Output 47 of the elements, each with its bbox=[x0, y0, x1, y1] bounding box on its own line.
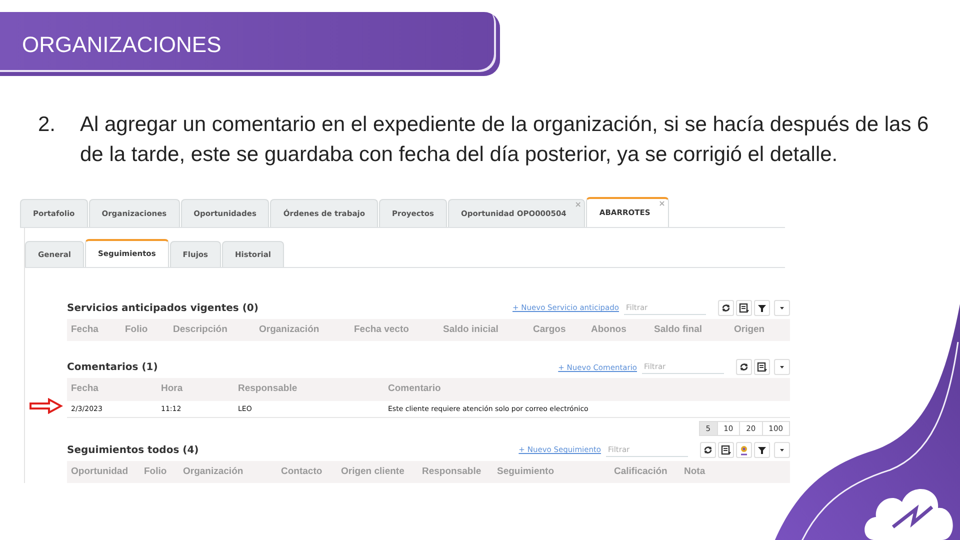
section-title: Comentarios (1) bbox=[67, 360, 158, 375]
column-header: Fecha bbox=[67, 378, 157, 400]
slide-title: ORGANIZACIONES bbox=[22, 30, 222, 58]
section-title: Servicios anticipados vigentes (0) bbox=[67, 302, 258, 316]
column-header: Organización bbox=[179, 461, 277, 484]
section-title: Seguimientos todos (4) bbox=[67, 444, 199, 458]
export-icon bbox=[756, 361, 768, 374]
column-header: Saldo final bbox=[650, 319, 730, 342]
filter-icon bbox=[756, 444, 768, 456]
column-header: Nota bbox=[680, 461, 790, 484]
column-header: Responsable bbox=[234, 378, 384, 400]
tool-button[interactable] bbox=[718, 442, 734, 458]
refresh-icon bbox=[738, 361, 750, 374]
tool-button[interactable] bbox=[700, 442, 716, 458]
column-header: Seguimiento bbox=[493, 461, 610, 484]
column-header: Origen bbox=[730, 319, 790, 342]
column-header: Calificación bbox=[610, 461, 680, 484]
filter-icon bbox=[756, 302, 768, 314]
list-text: Al agregar un comentario en el expediente de la organización, si se hacía después de las 6 de la tarde, este se guardaba con fecha del día posterior, ya se corrigió el detalle. bbox=[80, 112, 930, 168]
cloud-logo-icon bbox=[864, 489, 953, 540]
column-header: Origen cliente bbox=[337, 461, 418, 484]
refresh-icon bbox=[720, 302, 732, 314]
column-header: Oportunidad bbox=[67, 461, 140, 484]
tool-button[interactable] bbox=[736, 359, 752, 376]
column-header: Responsable bbox=[418, 461, 493, 484]
column-header: Descripción bbox=[169, 319, 255, 342]
tool-button[interactable] bbox=[754, 300, 770, 316]
column-header: Cargos bbox=[529, 319, 587, 342]
tool-button[interactable] bbox=[736, 300, 752, 316]
column-header: Folio bbox=[121, 319, 169, 342]
export-icon bbox=[738, 302, 750, 314]
tool-button[interactable] bbox=[718, 300, 734, 316]
tool-button[interactable] bbox=[754, 359, 770, 376]
column-header: Folio bbox=[140, 461, 179, 484]
column-header: Fecha vecto bbox=[350, 319, 439, 342]
column-header: Saldo inicial bbox=[439, 319, 529, 342]
refresh-icon bbox=[702, 444, 714, 456]
column-header: Comentario bbox=[384, 378, 790, 400]
column-header: Abonos bbox=[587, 319, 650, 342]
map-pin-icon bbox=[738, 444, 750, 456]
export-icon bbox=[720, 444, 732, 456]
column-header: Fecha bbox=[67, 319, 121, 342]
column-header: Contacto bbox=[277, 461, 337, 484]
tool-button[interactable] bbox=[754, 442, 770, 458]
column-header: Hora bbox=[157, 378, 234, 400]
list-number: 2. bbox=[38, 112, 57, 138]
column-header: Organización bbox=[255, 319, 350, 342]
